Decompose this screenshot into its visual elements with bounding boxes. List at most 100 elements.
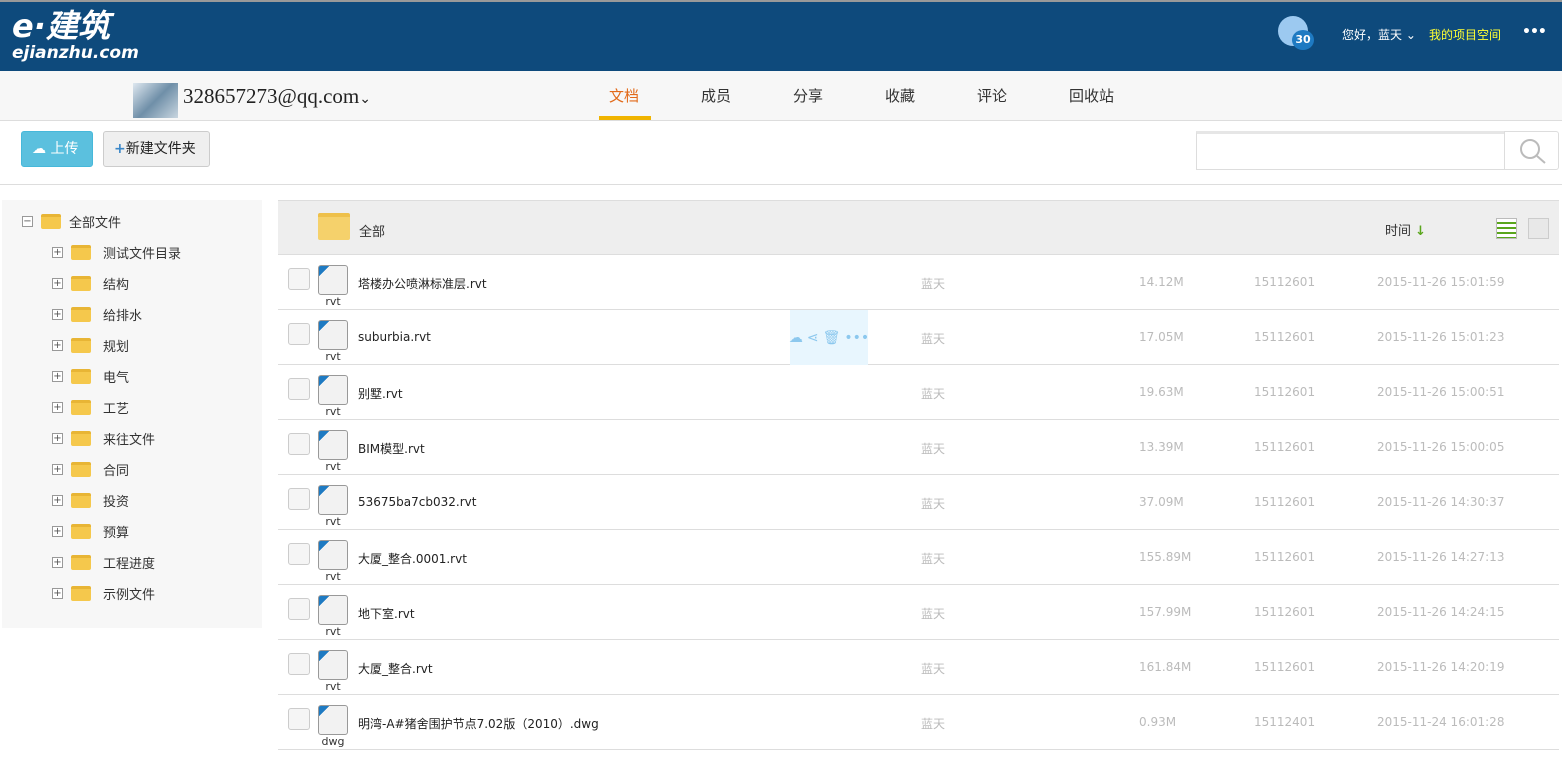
download-icon[interactable]: ☁ [789, 330, 803, 346]
folder-icon [41, 213, 61, 229]
expand-icon[interactable]: + [52, 587, 63, 599]
file-ext: rvt [325, 680, 341, 693]
tree-item[interactable]: + 给排水 [52, 304, 142, 324]
tab-share[interactable]: 分享 [793, 85, 823, 106]
file-size: 157.99M [1139, 605, 1192, 619]
file-icon [318, 485, 348, 515]
row-checkbox[interactable] [288, 653, 310, 675]
expand-icon[interactable]: + [52, 494, 63, 506]
file-name[interactable]: suburbia.rvt [358, 330, 431, 344]
tree-item[interactable]: + 预算 [52, 521, 129, 541]
tree-item[interactable]: + 结构 [52, 273, 129, 293]
collapse-icon[interactable]: − [22, 215, 33, 227]
file-name[interactable]: 大厦_整合.rvt [358, 660, 433, 677]
row-checkbox[interactable] [288, 598, 310, 620]
tree-item[interactable]: + 规划 [52, 335, 129, 355]
expand-icon[interactable]: + [52, 401, 63, 413]
table-row[interactable]: rvt 大厦_整合.rvt 蓝天 161.84M 15112601 2015-1… [278, 640, 1559, 695]
file-icon [318, 375, 348, 405]
row-checkbox[interactable] [288, 323, 310, 345]
table-row[interactable]: rvt BIM模型.rvt 蓝天 13.39M 15112601 2015-11… [278, 420, 1559, 475]
folder-icon [71, 554, 91, 570]
notification-badge[interactable]: 30 [1292, 30, 1314, 50]
expand-icon[interactable]: + [52, 463, 63, 475]
file-name[interactable]: 地下室.rvt [358, 605, 415, 622]
expand-icon[interactable]: + [52, 277, 63, 289]
owner: 蓝天 [921, 662, 946, 676]
expand-icon[interactable]: + [52, 308, 63, 320]
row-checkbox[interactable] [288, 378, 310, 400]
tab-docs[interactable]: 文档 [609, 85, 639, 106]
modified-time: 2015-11-26 14:24:15 [1377, 605, 1505, 619]
row-checkbox[interactable] [288, 708, 310, 730]
table-row[interactable]: dwg 明湾-A#猪舍围护节点7.02版（2010）.dwg 蓝天 0.93M … [278, 695, 1559, 750]
file-ext: rvt [325, 350, 341, 363]
file-id: 15112601 [1254, 330, 1316, 344]
expand-icon[interactable]: + [52, 370, 63, 382]
folder-icon [71, 523, 91, 539]
file-name[interactable]: 别墅.rvt [358, 385, 403, 402]
tree-item[interactable]: + 电气 [52, 366, 129, 386]
more-icon[interactable]: ••• [844, 330, 869, 346]
file-id: 15112601 [1254, 275, 1316, 289]
tab-recycle[interactable]: 回收站 [1069, 85, 1114, 106]
grid-view-icon[interactable] [1528, 218, 1549, 239]
tab-favorites[interactable]: 收藏 [885, 85, 915, 106]
owner: 蓝天 [921, 717, 946, 731]
tree-item[interactable]: + 来往文件 [52, 428, 155, 448]
table-row[interactable]: rvt 地下室.rvt 蓝天 157.99M 15112601 2015-11-… [278, 585, 1559, 640]
row-checkbox[interactable] [288, 543, 310, 565]
folder-icon [71, 244, 91, 260]
sort-by-time[interactable]: 时间 ↓ [1385, 220, 1426, 239]
expand-icon[interactable]: + [52, 556, 63, 568]
user-menu[interactable]: 您好，蓝天 ⌄ [1342, 26, 1416, 43]
file-name[interactable]: 明湾-A#猪舍围护节点7.02版（2010）.dwg [358, 715, 599, 732]
list-view-icon[interactable] [1496, 218, 1517, 239]
table-row[interactable]: rvt 塔楼办公喷淋标准层.rvt 蓝天 14.12M 15112601 201… [278, 255, 1559, 310]
file-size: 13.39M [1139, 440, 1184, 454]
tree-item[interactable]: + 测试文件目录 [52, 242, 181, 262]
folder-icon [71, 275, 91, 291]
file-icon [318, 650, 348, 680]
table-row[interactable]: rvt 53675ba7cb032.rvt 蓝天 37.09M 15112601… [278, 475, 1559, 530]
tree-item[interactable]: + 投资 [52, 490, 129, 510]
search-input[interactable] [1196, 131, 1505, 170]
table-row[interactable]: rvt 别墅.rvt 蓝天 19.63M 15112601 2015-11-26… [278, 365, 1559, 420]
table-row[interactable]: rvt 大厦_整合.0001.rvt 蓝天 155.89M 15112601 2… [278, 530, 1559, 585]
expand-icon[interactable]: + [52, 525, 63, 537]
tab-members[interactable]: 成员 [701, 85, 731, 106]
share-icon[interactable]: ⋖ [807, 330, 819, 346]
file-name[interactable]: 53675ba7cb032.rvt [358, 495, 476, 509]
row-checkbox[interactable] [288, 488, 310, 510]
expand-icon[interactable]: + [52, 432, 63, 444]
tree-item[interactable]: + 合同 [52, 459, 129, 479]
upload-button[interactable]: ☁ 上传 [21, 131, 93, 167]
my-project-link[interactable]: 我的项目空间 [1429, 26, 1501, 43]
file-name[interactable]: BIM模型.rvt [358, 440, 425, 457]
row-checkbox[interactable] [288, 433, 310, 455]
tree-item[interactable]: + 工程进度 [52, 552, 155, 572]
account-selector[interactable]: 328657273@qq.com⌄ [183, 84, 371, 109]
tree-item[interactable]: + 示例文件 [52, 583, 155, 603]
row-checkbox[interactable] [288, 268, 310, 290]
plus-icon: + [114, 141, 126, 157]
file-name[interactable]: 塔楼办公喷淋标准层.rvt [358, 275, 487, 292]
table-row[interactable]: rvt suburbia.rvt 蓝天 17.05M 15112601 2015… [278, 310, 1559, 365]
tree-item[interactable]: + 工艺 [52, 397, 129, 417]
expand-icon[interactable]: + [52, 246, 63, 258]
more-icon[interactable]: ••• [1522, 24, 1547, 40]
breadcrumb[interactable]: 全部 [359, 221, 385, 240]
search-button[interactable] [1504, 131, 1559, 170]
folder-icon [318, 213, 350, 240]
folder-icon [71, 492, 91, 508]
expand-icon[interactable]: + [52, 339, 63, 351]
file-name[interactable]: 大厦_整合.0001.rvt [358, 550, 467, 567]
tab-comments[interactable]: 评论 [977, 85, 1007, 106]
tree-root[interactable]: − 全部文件 [22, 211, 121, 231]
logo[interactable]: e·建筑 ejianzhu.com [12, 8, 139, 62]
new-folder-button[interactable]: +新建文件夹 [103, 131, 210, 167]
trash-icon[interactable]: 🗑 [823, 330, 841, 346]
modified-time: 2015-11-26 15:01:59 [1377, 275, 1505, 289]
row-actions: ☁ ⋖ 🗑 ••• [789, 310, 869, 365]
file-size: 17.05M [1139, 330, 1184, 344]
